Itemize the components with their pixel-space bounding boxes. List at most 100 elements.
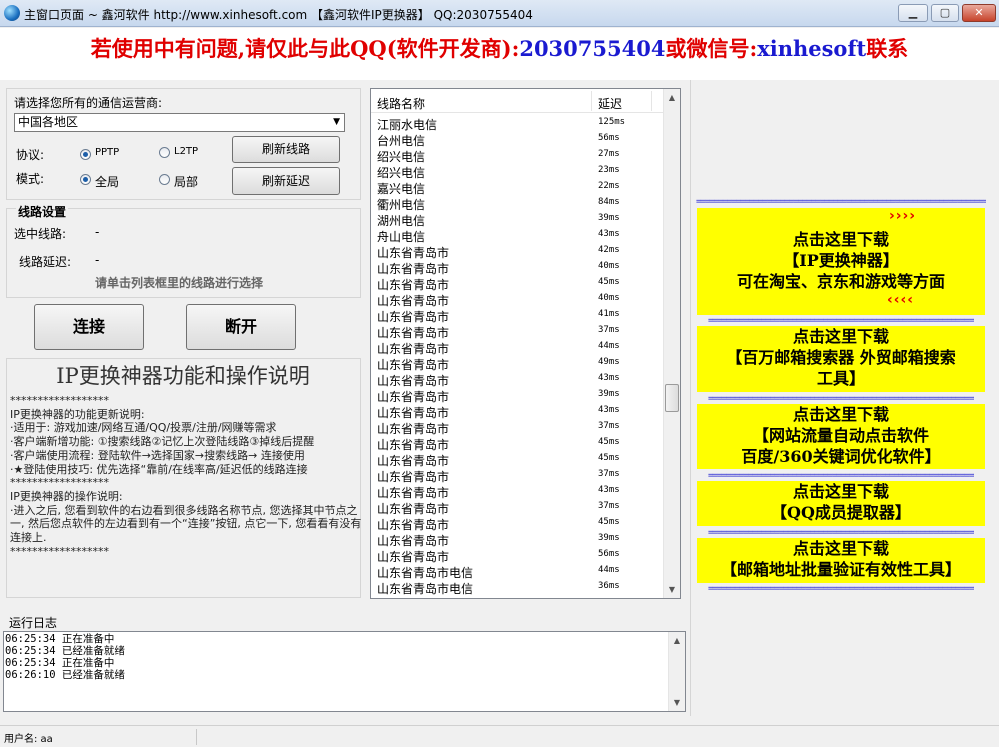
ad-traffic-clicker[interactable]: 点击这里下载 【网站流量自动点击软件 百度/360关键词优化软件】	[697, 404, 985, 469]
status-separator	[196, 729, 197, 745]
table-row[interactable]: 山东省青岛市 37ms	[371, 467, 664, 484]
table-row[interactable]: 山东省青岛市 40ms	[371, 259, 664, 276]
ad-line: 【百万邮箱搜索器 外贸邮箱搜索	[726, 348, 956, 367]
table-row[interactable]: 山东省青岛市 45ms	[371, 451, 664, 468]
refresh-latency-button[interactable]: 刷新延迟	[232, 167, 340, 195]
scroll-up-icon[interactable]: ▲	[669, 632, 685, 649]
table-row[interactable]: 嘉兴电信 22ms	[371, 179, 664, 196]
line-list-rows: 江丽水电信 125ms 台州电信 56ms 绍兴电信 27ms 绍兴电信 23ms 嘉兴电信 22…	[371, 115, 664, 596]
ad-line: 点击这里下载	[792, 230, 889, 249]
chevron-down-icon[interactable]: ▼	[333, 114, 340, 131]
table-row[interactable]: 山东省青岛市 39ms	[371, 387, 664, 404]
col-separator[interactable]	[651, 91, 652, 111]
line-latency-cell: 44ms	[598, 341, 620, 351]
disconnect-button[interactable]: 断开	[186, 304, 296, 350]
table-row[interactable]: 山东省青岛市 56ms	[371, 547, 664, 564]
table-row[interactable]: 山东省青岛市 45ms	[371, 435, 664, 452]
radio-local[interactable]	[159, 174, 170, 185]
log-lines: 06:25:34 正在准备中 06:25:34 已经准备就绪 06:25:34 …	[5, 633, 125, 681]
line-latency-cell: 40ms	[598, 261, 620, 271]
desc-line: IP更换神器的功能更新说明:	[10, 407, 145, 421]
table-row[interactable]: 山东省青岛市电信 36ms	[371, 579, 664, 596]
line-latency-cell: 22ms	[598, 181, 620, 191]
table-row[interactable]: 台州电信 56ms	[371, 131, 664, 148]
table-row[interactable]: 山东省青岛市 49ms	[371, 355, 664, 372]
title-bar[interactable]: 主窗口页面 ~ 鑫河软件 http://www.xinhesoft.com 【鑫…	[0, 0, 999, 27]
desc-line: ·★登陆使用技巧: 优先选择“靠前/在线率高/延迟低的线路连接	[10, 462, 308, 476]
minimize-button[interactable]: ▁	[898, 4, 928, 22]
ad-line: 【QQ成员提取器】	[771, 503, 911, 522]
ad-separator: ========================================…	[708, 316, 974, 326]
ad-email-validator[interactable]: 点击这里下载 【邮箱地址批量验证有效性工具】	[697, 538, 985, 583]
line-latency-cell: 43ms	[598, 373, 620, 383]
scroll-up-icon[interactable]: ▲	[664, 89, 680, 106]
table-row[interactable]: 衢州电信 84ms	[371, 195, 664, 212]
carrier-select[interactable]: 中国各地区 ▼	[14, 113, 345, 132]
radio-l2tp[interactable]	[159, 147, 170, 158]
line-list[interactable]: 线路名称 延迟 江丽水电信 125ms 台州电信 56ms 绍兴电信 27ms 绍兴电信 23…	[370, 88, 681, 599]
ad-line: 【IP更换神器】	[783, 251, 899, 270]
table-row[interactable]: 江丽水电信 125ms	[371, 115, 664, 132]
table-row[interactable]: 山东省青岛市 37ms	[371, 419, 664, 436]
table-row[interactable]: 山东省青岛市 39ms	[371, 531, 664, 548]
refresh-lines-button[interactable]: 刷新线路	[232, 136, 340, 163]
ad-line: 可在淘宝、京东和游戏等方面	[736, 272, 945, 291]
desc-line: IP更换神器的操作说明:	[10, 489, 123, 503]
desc-line: ·进入之后, 您看到软件的右边看到很多线路名称节点, 您选择其中节点之一, 然后…	[10, 503, 362, 545]
table-row[interactable]: 山东省青岛市 41ms	[371, 307, 664, 324]
table-row[interactable]: 山东省青岛市 44ms	[371, 339, 664, 356]
line-latency-cell: 84ms	[598, 197, 620, 207]
table-row[interactable]: 湖州电信 39ms	[371, 211, 664, 228]
table-row[interactable]: 山东省青岛市 40ms	[371, 291, 664, 308]
log-line: 06:25:34 正在准备中	[5, 657, 115, 669]
table-row[interactable]: 山东省青岛市 43ms	[371, 403, 664, 420]
maximize-button[interactable]: ▢	[931, 4, 959, 22]
ad-email-searcher[interactable]: 点击这里下载 【百万邮箱搜索器 外贸邮箱搜索 工具】	[697, 326, 985, 392]
line-latency-cell: 43ms	[598, 485, 620, 495]
close-button[interactable]: ✕	[962, 4, 996, 22]
ad-qq-extractor[interactable]: 点击这里下载 【QQ成员提取器】	[697, 481, 985, 526]
log-textbox[interactable]: 06:25:34 正在准备中 06:25:34 已经准备就绪 06:25:34 …	[3, 631, 686, 712]
col-separator[interactable]	[591, 91, 592, 111]
col-header-name[interactable]: 线路名称	[377, 95, 425, 112]
table-row[interactable]: 舟山电信 43ms	[371, 227, 664, 244]
scroll-down-icon[interactable]: ▼	[669, 694, 685, 711]
line-latency-cell: 37ms	[598, 325, 620, 335]
ad-separator: ========================================…	[708, 584, 974, 594]
log-line: 06:26:10 已经准备就绪	[5, 669, 125, 681]
line-latency-cell: 41ms	[598, 309, 620, 319]
table-row[interactable]: 绍兴电信 23ms	[371, 163, 664, 180]
table-row[interactable]: 山东省青岛市 43ms	[371, 371, 664, 388]
line-latency-cell: 43ms	[598, 229, 620, 239]
description-body: ****************** IP更换神器的功能更新说明: ·适用于: …	[10, 394, 362, 558]
table-row[interactable]: 山东省青岛市 37ms	[371, 499, 664, 516]
banner-qq: 2030755404	[519, 36, 666, 61]
log-line: 06:25:34 正在准备中	[5, 633, 115, 645]
table-row[interactable]: 山东省青岛市 45ms	[371, 515, 664, 532]
radio-global[interactable]	[80, 174, 91, 185]
table-row[interactable]: 山东省青岛市 45ms	[371, 275, 664, 292]
status-bar: 用户名: aa	[0, 725, 999, 747]
selected-line-value: -	[95, 225, 100, 239]
table-row[interactable]: 山东省青岛市 42ms	[371, 243, 664, 260]
ad-ip-changer[interactable]: ›››› 点击这里下载 【IP更换神器】 可在淘宝、京东和游戏等方面 ‹‹‹‹	[697, 208, 985, 315]
line-latency-cell: 39ms	[598, 533, 620, 543]
connect-button[interactable]: 连接	[34, 304, 144, 350]
ad-line: 点击这里下载	[792, 539, 889, 558]
arrows-right-icon: ››››	[889, 208, 917, 224]
table-row[interactable]: 山东省青岛市 37ms	[371, 323, 664, 340]
line-latency-cell: 27ms	[598, 149, 620, 159]
line-latency-cell: 43ms	[598, 405, 620, 415]
table-row[interactable]: 山东省青岛市电信 44ms	[371, 563, 664, 580]
log-scrollbar[interactable]: ▲ ▼	[668, 632, 685, 711]
scroll-thumb[interactable]	[665, 384, 679, 412]
line-list-scrollbar[interactable]: ▲ ▼	[663, 89, 680, 598]
log-label: 运行日志	[9, 616, 58, 630]
table-row[interactable]: 绍兴电信 27ms	[371, 147, 664, 164]
table-row[interactable]: 山东省青岛市 43ms	[371, 483, 664, 500]
scroll-down-icon[interactable]: ▼	[664, 581, 680, 598]
desc-line: ·客户端新增功能: ①搜索线路②记忆上次登陆线路③掉线后提醒	[10, 435, 315, 449]
ad-line: 百度/360关键词优化软件】	[741, 447, 941, 466]
col-header-latency[interactable]: 延迟	[598, 95, 622, 112]
radio-pptp[interactable]	[80, 149, 91, 160]
